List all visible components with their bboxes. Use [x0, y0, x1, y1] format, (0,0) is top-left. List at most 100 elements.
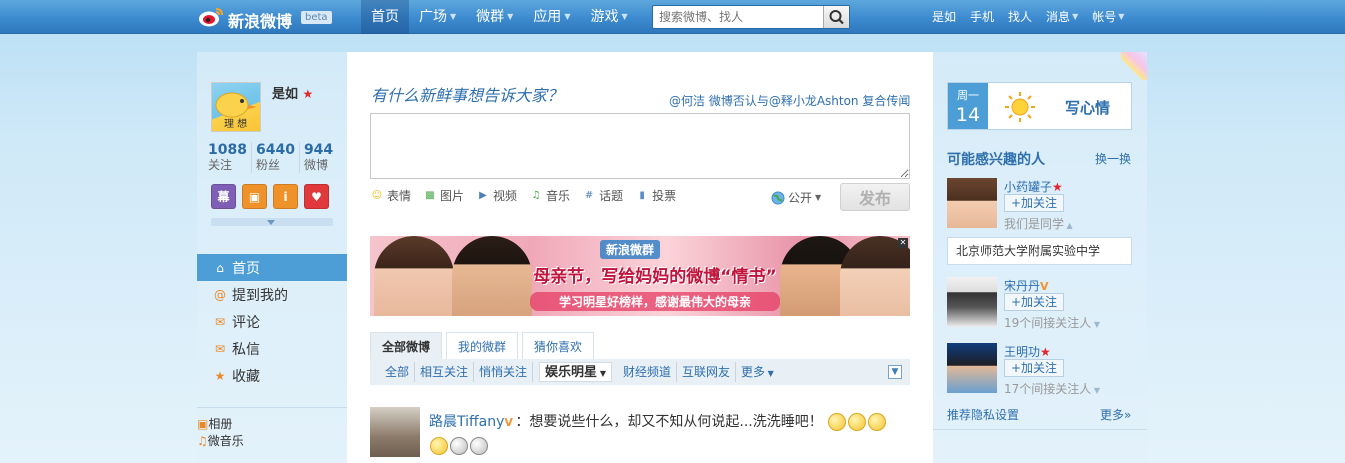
- feed-filter[interactable]: 全部: [380, 362, 416, 382]
- sidebar-item[interactable]: @ 提到我的: [197, 281, 347, 308]
- nav-item[interactable]: 首页: [361, 0, 409, 34]
- top-link[interactable]: 找人: [1001, 0, 1039, 34]
- chevron-down-icon: ▼: [815, 193, 822, 202]
- compose-tools: ☺ 表情 ▩ 图片 ▶ 视频 ♫ 音乐 # 话题 ▮ 投票: [370, 187, 676, 204]
- top-link[interactable]: 是如: [925, 0, 963, 34]
- feed-filter-label: 财经频道: [623, 365, 672, 379]
- sidebar-item[interactable]: ♫微音乐: [197, 432, 347, 449]
- chevron-up-icon[interactable]: ▲: [1064, 221, 1073, 230]
- at-icon: @: [214, 287, 226, 302]
- chevron-down-icon: ▼: [564, 12, 571, 21]
- tool-video[interactable]: ▶ 视频: [476, 187, 517, 204]
- top-link[interactable]: 手机: [963, 0, 1001, 34]
- visibility-select[interactable]: 公开 ▼: [771, 189, 821, 206]
- tool-topic[interactable]: # 话题: [582, 187, 623, 204]
- chevron-down-icon[interactable]: ▼: [1091, 320, 1100, 329]
- nav-item[interactable]: 广场 ▼: [409, 0, 466, 34]
- feed-filter[interactable]: 悄悄关注: [474, 362, 534, 382]
- suggested-user-name-text: 王明功: [1004, 345, 1041, 359]
- feed-filter[interactable]: 互联网友: [677, 362, 737, 382]
- avatar[interactable]: [947, 343, 997, 393]
- feed-filter-bar: 全部 相互关注 悄悄关注 娱乐明星 ▼ 财经频道 互联网友 更多 ▼ ▼: [370, 359, 910, 385]
- collapse-toggle-icon[interactable]: ▼: [888, 365, 902, 379]
- feed-author-avatar[interactable]: [370, 407, 420, 457]
- profile-name[interactable]: 是如 ★: [272, 83, 313, 102]
- stat-followers[interactable]: 6440 粉丝: [256, 142, 300, 173]
- feed-author[interactable]: 路晨Tiffany: [429, 414, 504, 430]
- stat-label: 关注: [208, 158, 233, 172]
- close-icon[interactable]: ✕: [898, 238, 908, 248]
- sina-weibo-logo[interactable]: 新浪微博 beta: [198, 4, 338, 31]
- chevron-down-icon: ▼: [597, 369, 606, 378]
- nav-item[interactable]: 应用 ▼: [523, 0, 580, 34]
- nav-item[interactable]: 游戏 ▼: [580, 0, 637, 34]
- stat-following[interactable]: 1088 关注: [208, 142, 252, 173]
- chevron-down-icon: ▼: [450, 12, 457, 21]
- sidebar-item[interactable]: ▣相册: [197, 415, 347, 432]
- more-suggestions-link[interactable]: 更多»: [1100, 406, 1131, 423]
- expand-toggle[interactable]: [211, 218, 333, 226]
- left-nav: ⌂ 首页 @ 提到我的 ✉ 评论 ✉ 私信 ★ 收藏: [197, 254, 347, 389]
- avatar[interactable]: 理 想: [211, 82, 261, 132]
- chevron-down-icon: [267, 220, 275, 225]
- top-right-links: 是如 手机 找人 消息 ▼ 帐号 ▼: [925, 0, 1131, 34]
- tool-label: 图片: [440, 189, 465, 203]
- avatar[interactable]: [947, 277, 997, 327]
- publish-button[interactable]: 发布: [840, 183, 910, 211]
- verified-v-icon: V: [504, 416, 513, 429]
- feed-filter[interactable]: 财经频道: [618, 362, 678, 382]
- tool-image[interactable]: ▩ 图片: [423, 187, 464, 204]
- feed-item: 路晨TiffanyV ：想要说些什么，却又不知从何说起...洗洗睡吧！: [429, 410, 899, 458]
- compose-textarea[interactable]: [370, 113, 910, 179]
- feed-filter-label: 更多: [741, 365, 766, 379]
- top-link[interactable]: 消息 ▼: [1039, 0, 1085, 34]
- feed-filter[interactable]: 娱乐明星 ▼: [539, 362, 612, 382]
- feed-filter-label: 互联网友: [682, 365, 731, 379]
- follow-button[interactable]: +加关注: [1004, 293, 1065, 311]
- follow-button[interactable]: +加关注: [1004, 359, 1065, 377]
- follow-button[interactable]: +加关注: [1004, 194, 1065, 212]
- feed-tab[interactable]: 猜你喜欢: [522, 332, 595, 359]
- stat-posts[interactable]: 944 微博: [304, 142, 337, 173]
- suggested-user-name[interactable]: 小药罐子★: [1004, 178, 1063, 195]
- sidebar-item[interactable]: ✉ 私信: [197, 335, 347, 362]
- suggested-user-name[interactable]: 王明功★: [1004, 343, 1051, 360]
- hot-topic-link[interactable]: @何洁 微博否认与@释小龙Ashton 复合传闻: [669, 92, 910, 109]
- star-icon: ★: [214, 368, 226, 383]
- left-sidebar: 理 想 是如 ★ 1088 关注 6440 粉丝 944 微博 幕 ▣ i ♥ ⌂ 首页 @ 提到我的…: [197, 52, 347, 463]
- refresh-suggestions-link[interactable]: 换一换: [1095, 150, 1131, 167]
- feed-filter[interactable]: 相互关注: [415, 362, 475, 382]
- app-shortcut-icon[interactable]: ♥: [304, 184, 329, 209]
- stat-number: 944: [303, 142, 334, 158]
- sidebar-item[interactable]: ✉ 评论: [197, 308, 347, 335]
- app-shortcut-icon[interactable]: i: [273, 184, 298, 209]
- promo-banner[interactable]: 新浪微群 母亲节，写给妈妈的微博“情书” 学习明星好榜样，感谢最伟大的母亲 ✕: [370, 236, 910, 316]
- tool-vote[interactable]: ▮ 投票: [635, 187, 676, 204]
- divider: [933, 429, 1147, 430]
- top-link[interactable]: 帐号 ▼: [1085, 0, 1131, 34]
- sidebar-item[interactable]: ★ 收藏: [197, 362, 347, 389]
- feed-filter[interactable]: 更多 ▼: [736, 362, 779, 382]
- topic-icon: #: [584, 189, 594, 201]
- sidebar-item[interactable]: ⌂ 首页: [197, 254, 347, 281]
- suggested-user-name[interactable]: 宋丹丹V: [1004, 277, 1051, 294]
- search-button[interactable]: [823, 6, 849, 28]
- app-shortcut-icon[interactable]: 幕: [211, 184, 236, 209]
- feed-tab[interactable]: 全部微博: [370, 332, 443, 359]
- compose-prompt: 有什么新鲜事想告诉大家？: [371, 86, 564, 105]
- privacy-settings-link[interactable]: 推荐隐私设置: [947, 406, 1019, 423]
- feed-tab[interactable]: 我的微群: [446, 332, 519, 359]
- stat-label: 微博: [303, 158, 328, 172]
- chevron-down-icon[interactable]: ▼: [1091, 386, 1100, 395]
- search-input[interactable]: [659, 9, 819, 25]
- tool-emoticon[interactable]: ☺ 表情: [370, 187, 411, 204]
- nav-item-label: 首页: [371, 9, 399, 25]
- tool-music[interactable]: ♫ 音乐: [529, 187, 571, 204]
- app-shortcut-icon[interactable]: ▣: [242, 184, 267, 209]
- avatar[interactable]: [947, 178, 997, 228]
- tool-label: 投票: [652, 189, 677, 203]
- emoticon-icon: [848, 413, 867, 431]
- chevron-down-icon: ▼: [765, 369, 774, 378]
- nav-item[interactable]: 微群 ▼: [466, 0, 523, 34]
- mood-card[interactable]: 周一 14 写心情: [947, 82, 1132, 130]
